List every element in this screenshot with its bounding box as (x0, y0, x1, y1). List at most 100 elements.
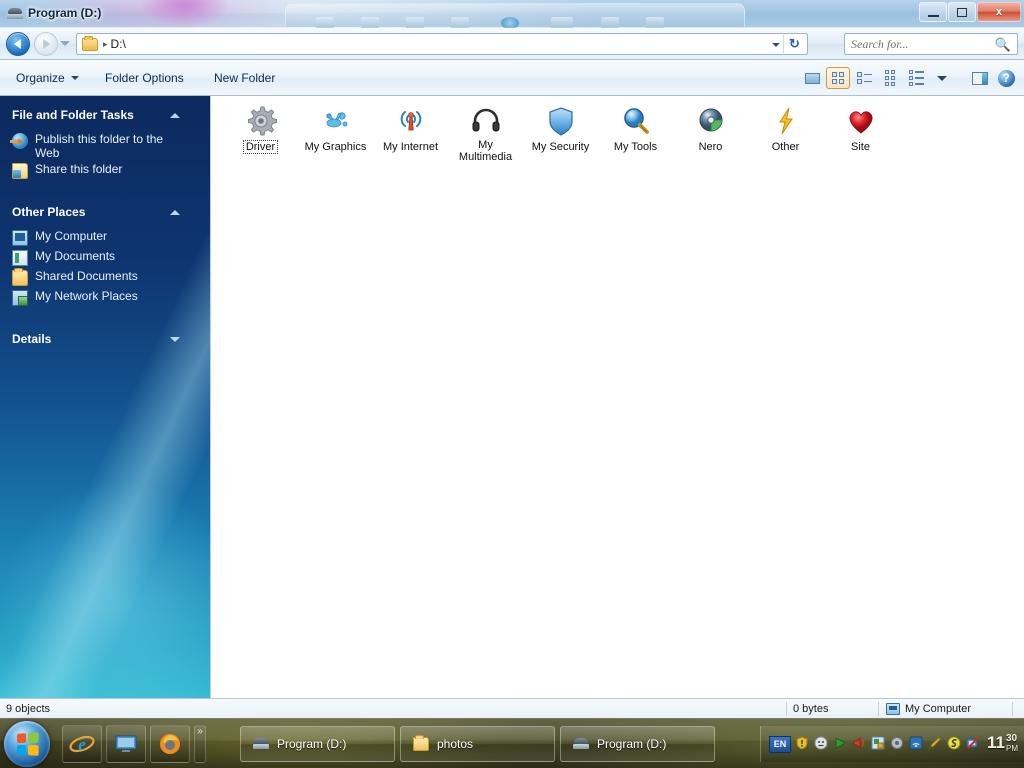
pencil-icon[interactable] (927, 736, 943, 752)
taskbar-button-label: Program (D:) (597, 737, 667, 751)
language-indicator[interactable]: EN (769, 735, 791, 753)
file-label: My Security (531, 141, 590, 153)
folder-options-label: Folder Options (105, 71, 184, 85)
sidebar-item-label: Publish this folder to the Web (35, 132, 164, 160)
warning-shield-icon[interactable] (794, 736, 810, 752)
sidebar-item-my-network-places[interactable]: My Network Places (12, 289, 202, 306)
clock-minute: 30 (1006, 733, 1018, 744)
file-label: My Multimedia (458, 139, 513, 163)
file-item-other[interactable]: Other (748, 100, 823, 162)
publish-web-icon (12, 133, 28, 149)
sidebar-item-my-documents[interactable]: My Documents (12, 249, 202, 266)
antivirus-icon[interactable] (889, 736, 905, 752)
file-item-my-security[interactable]: My Security (523, 100, 598, 162)
organize-button[interactable]: Organize (16, 68, 79, 88)
navigation-pane-button[interactable] (968, 67, 992, 89)
antenna-icon (394, 104, 428, 138)
taskbar-clock[interactable]: 11 30 PM (987, 733, 1018, 754)
update-icon[interactable] (870, 736, 886, 752)
back-button[interactable] (6, 32, 30, 56)
user-account-icon[interactable] (813, 736, 829, 752)
sidebar-item-label: My Computer (35, 229, 108, 243)
search-box[interactable]: 🔍 (844, 33, 1018, 55)
play-green-icon[interactable] (832, 736, 848, 752)
internet-explorer-icon[interactable]: e (62, 725, 102, 763)
section-header-details[interactable]: Details (12, 332, 198, 348)
sidebar-item-share-this-folder[interactable]: Share this folder (12, 162, 202, 179)
firefox-icon[interactable] (150, 725, 190, 763)
refresh-icon[interactable]: ↻ (783, 35, 805, 53)
s-logo-icon[interactable] (946, 736, 962, 752)
disabled-network-icon[interactable] (965, 736, 981, 752)
search-input[interactable] (851, 36, 989, 52)
maximize-button[interactable] (948, 2, 976, 22)
my-computer-icon (886, 702, 900, 715)
file-label: My Internet (382, 141, 439, 153)
sidebar-item-publish-this-folder-to-the-web[interactable]: Publish this folder to the Web (12, 132, 202, 160)
close-button[interactable]: x (977, 2, 1021, 22)
glass-reflection (285, 3, 745, 29)
lightning-icon (769, 104, 803, 138)
share-folder-icon (12, 163, 28, 179)
help-icon: ? (997, 69, 1015, 87)
help-button[interactable]: ? (994, 67, 1018, 89)
chevron-up-icon[interactable] (170, 113, 180, 118)
nero-disc-icon (694, 104, 728, 138)
my-network-places-icon (12, 290, 28, 306)
quick-launch-more-button[interactable]: » (194, 725, 206, 763)
section-header-other-places[interactable]: Other Places (12, 205, 198, 221)
file-list-area[interactable]: Driver My Graphics My Internet My Multim… (210, 96, 1024, 698)
section-header-file-and-folder-tasks[interactable]: File and Folder Tasks (12, 108, 198, 124)
section-title: Other Places (12, 205, 86, 219)
icons-view-button[interactable] (826, 67, 850, 89)
new-folder-label: New Folder (214, 71, 276, 85)
file-label: Site (851, 141, 870, 153)
file-item-my-internet[interactable]: My Internet (373, 100, 448, 162)
file-item-site[interactable]: Site (823, 100, 898, 162)
recent-pages-dropdown-icon[interactable] (60, 41, 70, 46)
file-label: My Tools (613, 141, 658, 153)
chevron-up-icon[interactable] (170, 210, 180, 215)
status-bar: 9 objects 0 bytes My Computer (0, 698, 1024, 718)
my-computer-icon (12, 230, 28, 246)
file-item-driver[interactable]: Driver (223, 100, 298, 162)
forward-button[interactable] (34, 32, 58, 56)
section-title: Details (12, 332, 52, 346)
file-item-nero[interactable]: Nero (673, 100, 748, 162)
view-dropdown-button[interactable] (930, 67, 954, 89)
search-icon[interactable]: 🔍 (995, 37, 1011, 53)
file-item-my-tools[interactable]: My Tools (598, 100, 673, 162)
details-view-button[interactable] (904, 67, 928, 89)
file-label: Nero (698, 141, 723, 153)
chevron-down-icon[interactable] (170, 337, 180, 342)
taskbar-button-program-d[interactable]: Program (D:) (240, 726, 395, 762)
start-button[interactable] (4, 721, 50, 767)
breadcrumb-path[interactable]: D:\ (111, 37, 126, 51)
shared-documents-icon (12, 268, 28, 286)
window-icon (7, 7, 23, 21)
sidebar-item-shared-documents[interactable]: Shared Documents (12, 268, 202, 286)
my-documents-icon (12, 250, 28, 266)
sidebar-item-label: My Documents (35, 249, 116, 263)
chevron-down-icon[interactable] (772, 43, 780, 47)
title-bar: Program (D:) x (0, 0, 1024, 29)
file-item-my-multimedia[interactable]: My Multimedia (448, 100, 523, 163)
sidebar-item-my-computer[interactable]: My Computer (12, 229, 202, 246)
taskbar-button-photos[interactable]: photos (400, 726, 555, 762)
preview-pane-button[interactable] (800, 67, 824, 89)
folder-options-button[interactable]: Folder Options (105, 68, 184, 88)
list-view-button[interactable] (852, 67, 876, 89)
address-bar[interactable]: ▸ D:\ ↻ (76, 33, 808, 55)
drive-icon (573, 737, 589, 751)
show-desktop-icon[interactable] (106, 725, 146, 763)
taskbar-button-program-d-2[interactable]: Program (D:) (560, 726, 715, 762)
splash-icon (319, 104, 353, 138)
new-folder-button[interactable]: New Folder (214, 68, 275, 88)
file-item-my-graphics[interactable]: My Graphics (298, 100, 373, 162)
minimize-button[interactable] (919, 2, 947, 22)
volume-icon[interactable] (851, 736, 867, 752)
tiles-view-button[interactable] (878, 67, 902, 89)
network-icon[interactable] (908, 736, 924, 752)
status-location-label: My Computer (905, 702, 972, 715)
svg-text:e: e (78, 735, 86, 754)
